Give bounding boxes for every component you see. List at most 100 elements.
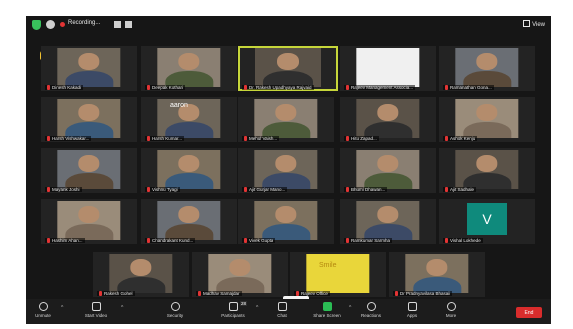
participant-video bbox=[57, 150, 121, 189]
reactions-button[interactable]: Reactions bbox=[351, 302, 391, 318]
participant-face bbox=[130, 258, 152, 276]
participant-tile[interactable]: Smile Rajeev Office bbox=[290, 252, 386, 297]
participant-tile[interactable]: Ramkumar Sarmha bbox=[340, 199, 436, 244]
start-video-button[interactable]: Start Video bbox=[76, 302, 116, 318]
participant-tile[interactable]: Rajeev Management Associa... bbox=[340, 46, 436, 91]
participant-name: Ajit Sadhale bbox=[450, 187, 475, 192]
meeting-toolbar: Unmute ^ Start Video ^ Security Particip… bbox=[26, 299, 551, 324]
participant-face bbox=[476, 103, 498, 121]
participant-video bbox=[157, 150, 221, 189]
start-video-label: Start Video bbox=[84, 313, 108, 318]
participant-name-label: Rajeev Management Associa... bbox=[344, 85, 416, 90]
participant-name: Hitu Zapad... bbox=[351, 136, 377, 141]
participant-tile[interactable]: V Vishal Lokhede bbox=[439, 199, 535, 244]
view-label: View bbox=[532, 22, 545, 28]
view-button[interactable]: View bbox=[523, 20, 545, 28]
muted-mic-icon bbox=[47, 187, 50, 192]
muted-mic-icon bbox=[445, 187, 448, 192]
participant-name-label: Vishnu Tyagi bbox=[145, 187, 180, 192]
participant-tile[interactable]: Dr Pradnyavilasa Bhasaii bbox=[389, 252, 485, 297]
recording-label: Recording... bbox=[68, 20, 101, 26]
participant-video bbox=[254, 99, 318, 138]
participant-name-label: Ramanathan Gona... bbox=[443, 85, 494, 90]
more-button[interactable]: More bbox=[431, 302, 471, 318]
muted-mic-icon bbox=[198, 291, 201, 296]
participant-video: aaron bbox=[157, 99, 221, 138]
muted-mic-icon bbox=[445, 238, 448, 243]
apps-icon bbox=[407, 302, 417, 311]
participant-tile[interactable]: Ramanathan Gona... bbox=[439, 46, 535, 91]
participant-name: Harsh Kumar... bbox=[152, 136, 183, 141]
muted-mic-icon bbox=[47, 85, 50, 90]
muted-mic-icon bbox=[244, 136, 247, 141]
participant-video bbox=[208, 254, 272, 293]
participant-name-label: Vivek Gupta bbox=[242, 238, 276, 243]
participant-video bbox=[255, 48, 321, 87]
participant-tile[interactable]: Ajit Gurjar Mano... bbox=[238, 148, 334, 193]
end-meeting-button[interactable]: End bbox=[516, 307, 542, 318]
participant-name-label: Bhumi Dhawan... bbox=[344, 187, 388, 192]
security-button[interactable]: Security bbox=[155, 302, 195, 318]
unmute-button[interactable]: Unmute bbox=[26, 302, 63, 318]
participant-name: Ashok Kenju bbox=[450, 136, 476, 141]
participant-tile[interactable]: Bhumi Dhawan... bbox=[340, 148, 436, 193]
participant-tile[interactable]: Chandrakant Kund... bbox=[141, 199, 237, 244]
participant-tile[interactable]: Dr. Rakesh Upadhyaya Rajvaid bbox=[238, 46, 338, 91]
muted-mic-icon bbox=[47, 136, 50, 141]
share-screen-label: Share Screen bbox=[313, 313, 341, 318]
muted-mic-icon bbox=[346, 136, 349, 141]
participant-name: Deepak Kothari bbox=[152, 85, 184, 90]
participants-options-caret-icon[interactable]: ^ bbox=[256, 305, 258, 311]
participant-name: Vishnu Tyagi bbox=[152, 187, 178, 192]
participant-face bbox=[377, 205, 399, 223]
participant-face bbox=[78, 205, 100, 223]
stop-recording-icon[interactable] bbox=[125, 21, 132, 28]
people-icon bbox=[228, 302, 238, 311]
participant-name: Chandrakant Kund... bbox=[152, 238, 194, 243]
more-dots-icon bbox=[446, 302, 456, 311]
pause-recording-icon[interactable] bbox=[114, 21, 121, 28]
participant-face bbox=[78, 103, 100, 121]
video-options-caret-icon[interactable]: ^ bbox=[121, 305, 123, 311]
participant-name-label: Dinesh Kakadi bbox=[45, 85, 84, 90]
participant-face bbox=[426, 258, 448, 276]
participant-tile[interactable]: Deepak Kothari bbox=[141, 46, 237, 91]
participant-video bbox=[57, 48, 121, 87]
participant-name-label: Ashok Kenju bbox=[443, 136, 478, 141]
unmute-label: Unmute bbox=[35, 313, 51, 318]
participant-tile[interactable]: Vivek Gupta bbox=[238, 199, 334, 244]
participant-tile[interactable]: Hashim Ahan... bbox=[41, 199, 137, 244]
participant-tile[interactable]: Mehul Vaish... bbox=[238, 97, 334, 142]
participant-name-label: Chandrakant Kund... bbox=[145, 238, 196, 243]
participant-video bbox=[254, 150, 318, 189]
sign-text: Smile bbox=[318, 261, 337, 269]
participant-name: Vivek Gupta bbox=[249, 238, 274, 243]
participant-tile[interactable]: Rakesh Gohel bbox=[93, 252, 189, 297]
participant-name-label: Deepak Kothari bbox=[145, 85, 186, 90]
participant-name: Bhumi Dhawan... bbox=[351, 187, 386, 192]
muted-mic-icon bbox=[445, 136, 448, 141]
participant-tile[interactable]: Madhav Samajdar bbox=[192, 252, 288, 297]
muted-mic-icon bbox=[395, 291, 398, 296]
participant-tile[interactable]: Ajit Sadhale bbox=[439, 148, 535, 193]
muted-mic-icon bbox=[99, 291, 102, 296]
share-screen-button[interactable]: Share Screen bbox=[307, 302, 347, 318]
participant-tile[interactable]: Vishnu Tyagi bbox=[141, 148, 237, 193]
audio-options-caret-icon[interactable]: ^ bbox=[61, 305, 63, 311]
participants-label: Participants bbox=[221, 313, 245, 318]
participant-name: Ramanathan Gona... bbox=[450, 85, 492, 90]
participant-tile[interactable]: Dinesh Kakadi bbox=[41, 46, 137, 91]
participant-tile[interactable]: Ashok Kenju bbox=[439, 97, 535, 142]
participant-tile[interactable]: Harsh Vishwakar... bbox=[41, 97, 137, 142]
participant-tile[interactable]: aaron Harsh Kumar... bbox=[141, 97, 237, 142]
participant-face bbox=[178, 52, 200, 70]
security-shield-icon[interactable] bbox=[32, 20, 41, 30]
participant-face bbox=[275, 103, 297, 121]
participant-tile[interactable]: Hitu Zapad... bbox=[340, 97, 436, 142]
participant-tile[interactable]: Mayank Joshi bbox=[41, 148, 137, 193]
apps-button[interactable]: Apps bbox=[392, 302, 432, 318]
background-text: aaron bbox=[169, 102, 188, 110]
muted-mic-icon bbox=[147, 187, 150, 192]
info-icon[interactable] bbox=[46, 20, 55, 29]
chat-button[interactable]: Chat bbox=[262, 302, 302, 318]
